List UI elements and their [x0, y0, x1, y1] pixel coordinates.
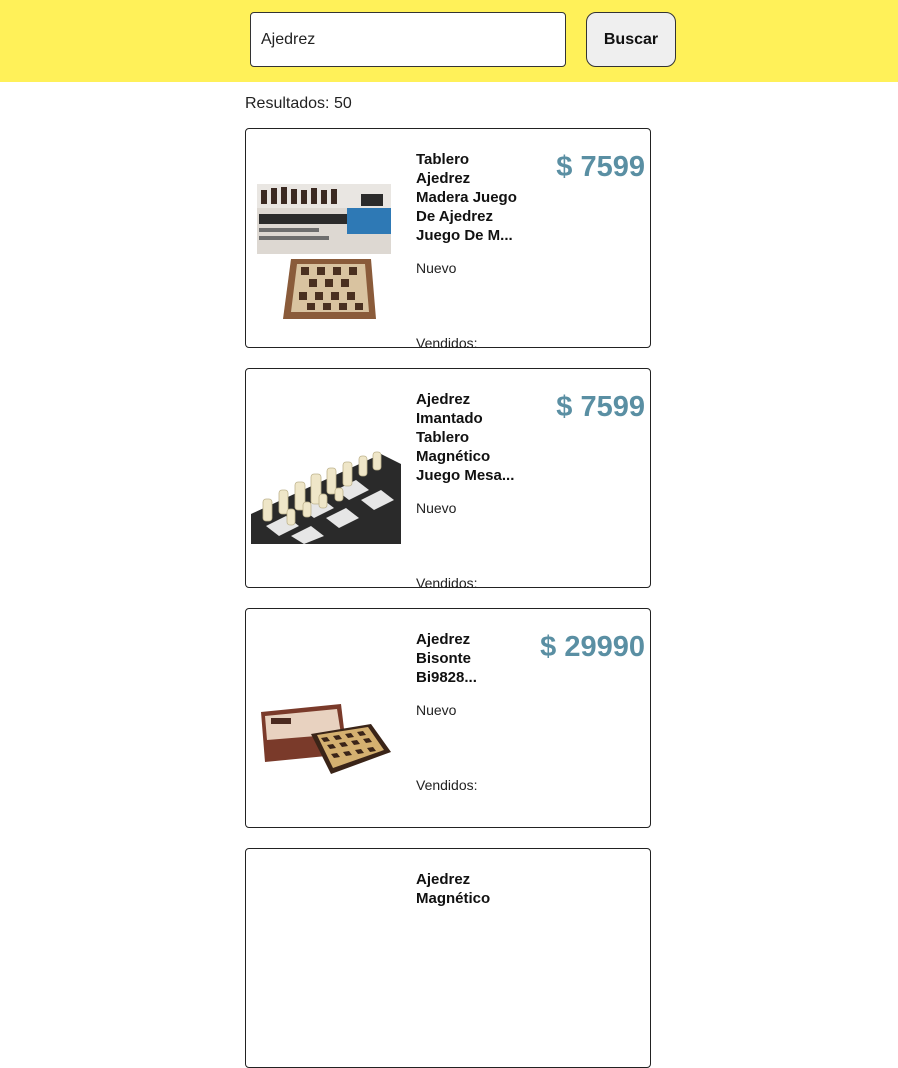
product-price: $ 7599 — [556, 391, 645, 423]
product-card[interactable]: Tablero Ajedrez Madera Juego De Ajedrez … — [245, 128, 651, 351]
product-sold-label: Vendidos: — [416, 335, 478, 351]
product-card[interactable]: Ajedrez Imantado Tablero Magnético Juego… — [245, 368, 651, 591]
search-input[interactable] — [250, 12, 566, 67]
product-title[interactable]: Ajedrez Bisonte Bi9828... — [416, 630, 526, 687]
product-card[interactable]: Ajedrez Bisonte Bi9828... $ 29990 Nuevo … — [245, 608, 651, 828]
product-condition: Nuevo — [416, 500, 457, 516]
product-price: $ 7599 — [556, 151, 645, 183]
results-count: Resultados: 50 — [245, 95, 352, 112]
product-title[interactable]: Tablero Ajedrez Madera Juego De Ajedrez … — [416, 150, 526, 245]
product-image[interactable] — [251, 394, 401, 569]
product-card[interactable]: Ajedrez Magnético — [245, 848, 651, 1068]
product-image[interactable] — [251, 634, 401, 809]
product-sold-label: Vendidos: — [416, 575, 478, 591]
product-sold-label: Vendidos: — [416, 777, 478, 793]
product-title[interactable]: Ajedrez Imantado Tablero Magnético Juego… — [416, 390, 526, 485]
product-condition: Nuevo — [416, 260, 457, 276]
product-price: $ 29990 — [540, 631, 645, 663]
product-condition: Nuevo — [416, 702, 457, 718]
product-image[interactable] — [251, 154, 401, 329]
product-title[interactable]: Ajedrez Magnético — [416, 870, 526, 908]
header-bar: Buscar — [0, 0, 898, 82]
search-button[interactable]: Buscar — [586, 12, 676, 67]
